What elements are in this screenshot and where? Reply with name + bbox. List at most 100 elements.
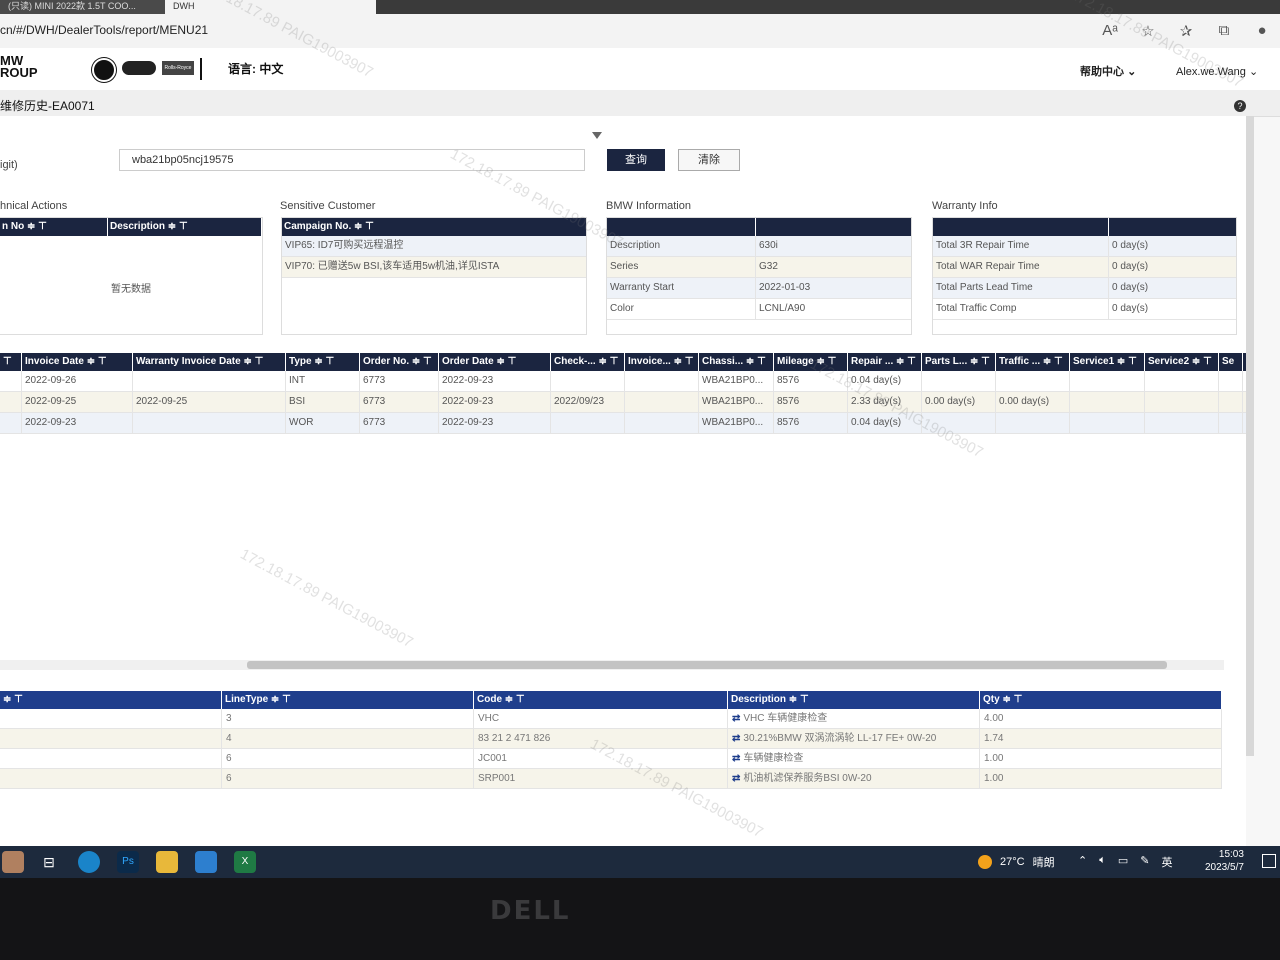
table-cell: ⇄ 机油机滤保养服务BSI 0W-20: [728, 769, 980, 788]
column-header[interactable]: Mileage ≑ ⊤: [774, 353, 848, 371]
edge-browser-icon[interactable]: [78, 851, 100, 873]
table-cell: 3: [222, 709, 474, 728]
favorite-add-icon[interactable]: ☆: [1138, 22, 1158, 40]
language-switch[interactable]: 语言: 中文: [200, 58, 283, 80]
ime-indicator[interactable]: 英: [1161, 854, 1172, 870]
column-header[interactable]: Order No. ≑ ⊤: [360, 353, 439, 371]
swap-icon[interactable]: ⇄: [732, 773, 740, 784]
table-cell: [551, 413, 625, 433]
query-button[interactable]: 查询: [607, 149, 665, 171]
column-header[interactable]: Description ≑ ⊤: [728, 691, 980, 709]
table-row[interactable]: VIP65: ID7可购买远程温控: [282, 236, 586, 257]
search-label: igit): [0, 159, 18, 171]
excel-icon[interactable]: X: [234, 851, 256, 873]
collapse-caret-icon[interactable]: [592, 132, 602, 139]
table-cell: 2022-09-26: [22, 371, 133, 391]
file-explorer-icon[interactable]: [156, 851, 178, 873]
table-cell: [1219, 413, 1243, 433]
table-row: Color LCNL/A90: [607, 299, 911, 320]
table-cell: 1.74: [980, 729, 1222, 748]
table-row[interactable]: 6 SRP001 ⇄ 机油机滤保养服务BSI 0W-20 1.00: [0, 769, 1222, 789]
chat-app-icon[interactable]: [195, 851, 217, 873]
vin-search-input[interactable]: [119, 149, 585, 171]
top-navigation: MW ROUP Rolls-Royce 语言: 中文 帮助中心 ⌄ Alex.w…: [0, 48, 1280, 91]
swap-icon[interactable]: ⇄: [732, 713, 740, 724]
brand-logos: Rolls-Royce: [92, 58, 194, 82]
table-cell: [996, 371, 1070, 391]
table-row[interactable]: 2022-09-26 INT 6773 2022-09-23 WBA21BP0... 85…: [0, 371, 1246, 392]
table-row[interactable]: VIP70: 已赠送5w BSI,该车适用5w机油,详见ISTA: [282, 257, 586, 278]
table-row[interactable]: 6 JC001 ⇄ 车辆健康检查 1.00: [0, 749, 1222, 769]
table-cell: [133, 371, 286, 391]
page-title: 维修历史-EA0071: [0, 99, 95, 113]
weather-widget[interactable]: 27°C 晴朗: [978, 854, 1055, 870]
table-cell: 4: [222, 729, 474, 748]
table-cell: 1.00: [980, 749, 1222, 768]
notification-icon[interactable]: [1262, 854, 1276, 868]
table-row[interactable]: 2022-09-25 2022-09-25 BSI 6773 2022-09-23 202…: [0, 392, 1246, 413]
column-header[interactable]: Se: [1219, 353, 1243, 371]
swap-icon[interactable]: ⇄: [732, 753, 740, 764]
column-header[interactable]: Order Date ≑ ⊤: [439, 353, 551, 371]
sensitive-customer-panel: Campaign No. ≑ ⊤ VIP65: ID7可购买远程温控 VIP70…: [281, 217, 587, 335]
user-menu[interactable]: Alex.we.Wang ⌄: [1176, 65, 1258, 78]
column-header[interactable]: Type ≑ ⊤: [286, 353, 360, 371]
help-center-menu[interactable]: 帮助中心 ⌄: [1080, 63, 1136, 79]
monitor-bezel: [0, 878, 1280, 960]
table-row[interactable]: 4 83 21 2 471 826 ⇄ 30.21%BMW 双涡流涡轮 LL-17 F…: [0, 729, 1222, 749]
column-header[interactable]: Parts L... ≑ ⊤: [922, 353, 996, 371]
collections-icon[interactable]: ⧉: [1214, 22, 1234, 40]
column-header[interactable]: Warranty Invoice Date ≑ ⊤: [133, 353, 286, 371]
table-cell: 83 21 2 471 826: [474, 729, 728, 748]
table-row[interactable]: 2022-09-23 WOR 6773 2022-09-23 WBA21BP0... 85…: [0, 413, 1246, 434]
column-header[interactable]: LineType ≑ ⊤: [222, 691, 474, 709]
chevron-down-icon: ⌄: [1248, 66, 1259, 78]
column-header[interactable]: Check-... ≑ ⊤: [551, 353, 625, 371]
help-icon[interactable]: ?: [1234, 100, 1246, 112]
column-header[interactable]: Chassi... ≑ ⊤: [699, 353, 774, 371]
photoshop-icon[interactable]: Ps: [117, 851, 139, 873]
browser-tab[interactable]: (只读) MINI 2022款 1.5T COO...: [0, 0, 166, 14]
read-aloud-icon[interactable]: Aᵃ: [1100, 22, 1120, 40]
favorites-icon[interactable]: ✰: [1176, 22, 1196, 40]
vertical-scrollbar[interactable]: [1246, 116, 1254, 756]
column-header[interactable]: Qty ≑ ⊤: [980, 691, 1222, 709]
column-header[interactable]: Traffic ... ≑ ⊤: [996, 353, 1070, 371]
table-cell: [1145, 392, 1219, 412]
table-cell: [1070, 371, 1145, 391]
table-cell: [1145, 371, 1219, 391]
swap-icon[interactable]: ⇄: [732, 733, 740, 744]
column-header[interactable]: n No ≑ ⊤: [0, 218, 108, 236]
table-header: Campaign No. ≑ ⊤: [282, 218, 586, 236]
network-icon[interactable]: ▭: [1118, 854, 1128, 870]
clear-button[interactable]: 清除: [678, 149, 740, 171]
url-text[interactable]: cn/#/DWH/DealerTools/report/MENU21: [0, 23, 208, 37]
table-cell: 8576: [774, 392, 848, 412]
column-header[interactable]: Code ≑ ⊤: [474, 691, 728, 709]
scrollbar-thumb[interactable]: [247, 661, 1167, 669]
start-icon[interactable]: [2, 851, 24, 873]
column-header[interactable]: Service2 ≑ ⊤: [1145, 353, 1219, 371]
column-header[interactable]: ⊤: [0, 353, 22, 371]
column-header[interactable]: Description ≑ ⊤: [108, 218, 262, 236]
taskbar-clock[interactable]: 15:03 2023/5/7: [1205, 848, 1244, 874]
column-header[interactable]: ≑ ⊤: [0, 691, 222, 709]
pen-icon[interactable]: ✎: [1140, 854, 1149, 870]
table-row[interactable]: 3 VHC ⇄ VHC 车辆健康检查 4.00: [0, 709, 1222, 729]
rolls-royce-logo: Rolls-Royce: [162, 61, 194, 75]
horizontal-scrollbar[interactable]: [0, 660, 1224, 670]
column-header[interactable]: Repair ... ≑ ⊤: [848, 353, 922, 371]
chevron-up-icon[interactable]: ⌃: [1078, 854, 1087, 870]
column-header[interactable]: Invoice Date ≑ ⊤: [22, 353, 133, 371]
browser-tab[interactable]: DWH: [165, 0, 376, 14]
table-row: Warranty Start 2022-01-03: [607, 278, 911, 299]
volume-icon[interactable]: 🔈︎: [1099, 854, 1106, 870]
table-cell: [625, 392, 699, 412]
column-header[interactable]: Service1 ≑ ⊤: [1070, 353, 1145, 371]
table-cell: WBA21BP0...: [699, 392, 774, 412]
column-header[interactable]: Campaign No. ≑ ⊤: [282, 218, 586, 236]
column-header[interactable]: Invoice... ≑ ⊤: [625, 353, 699, 371]
task-view-icon[interactable]: ⊟: [38, 851, 60, 873]
profile-icon[interactable]: ●: [1252, 22, 1272, 40]
table-cell: 1.00: [980, 769, 1222, 788]
